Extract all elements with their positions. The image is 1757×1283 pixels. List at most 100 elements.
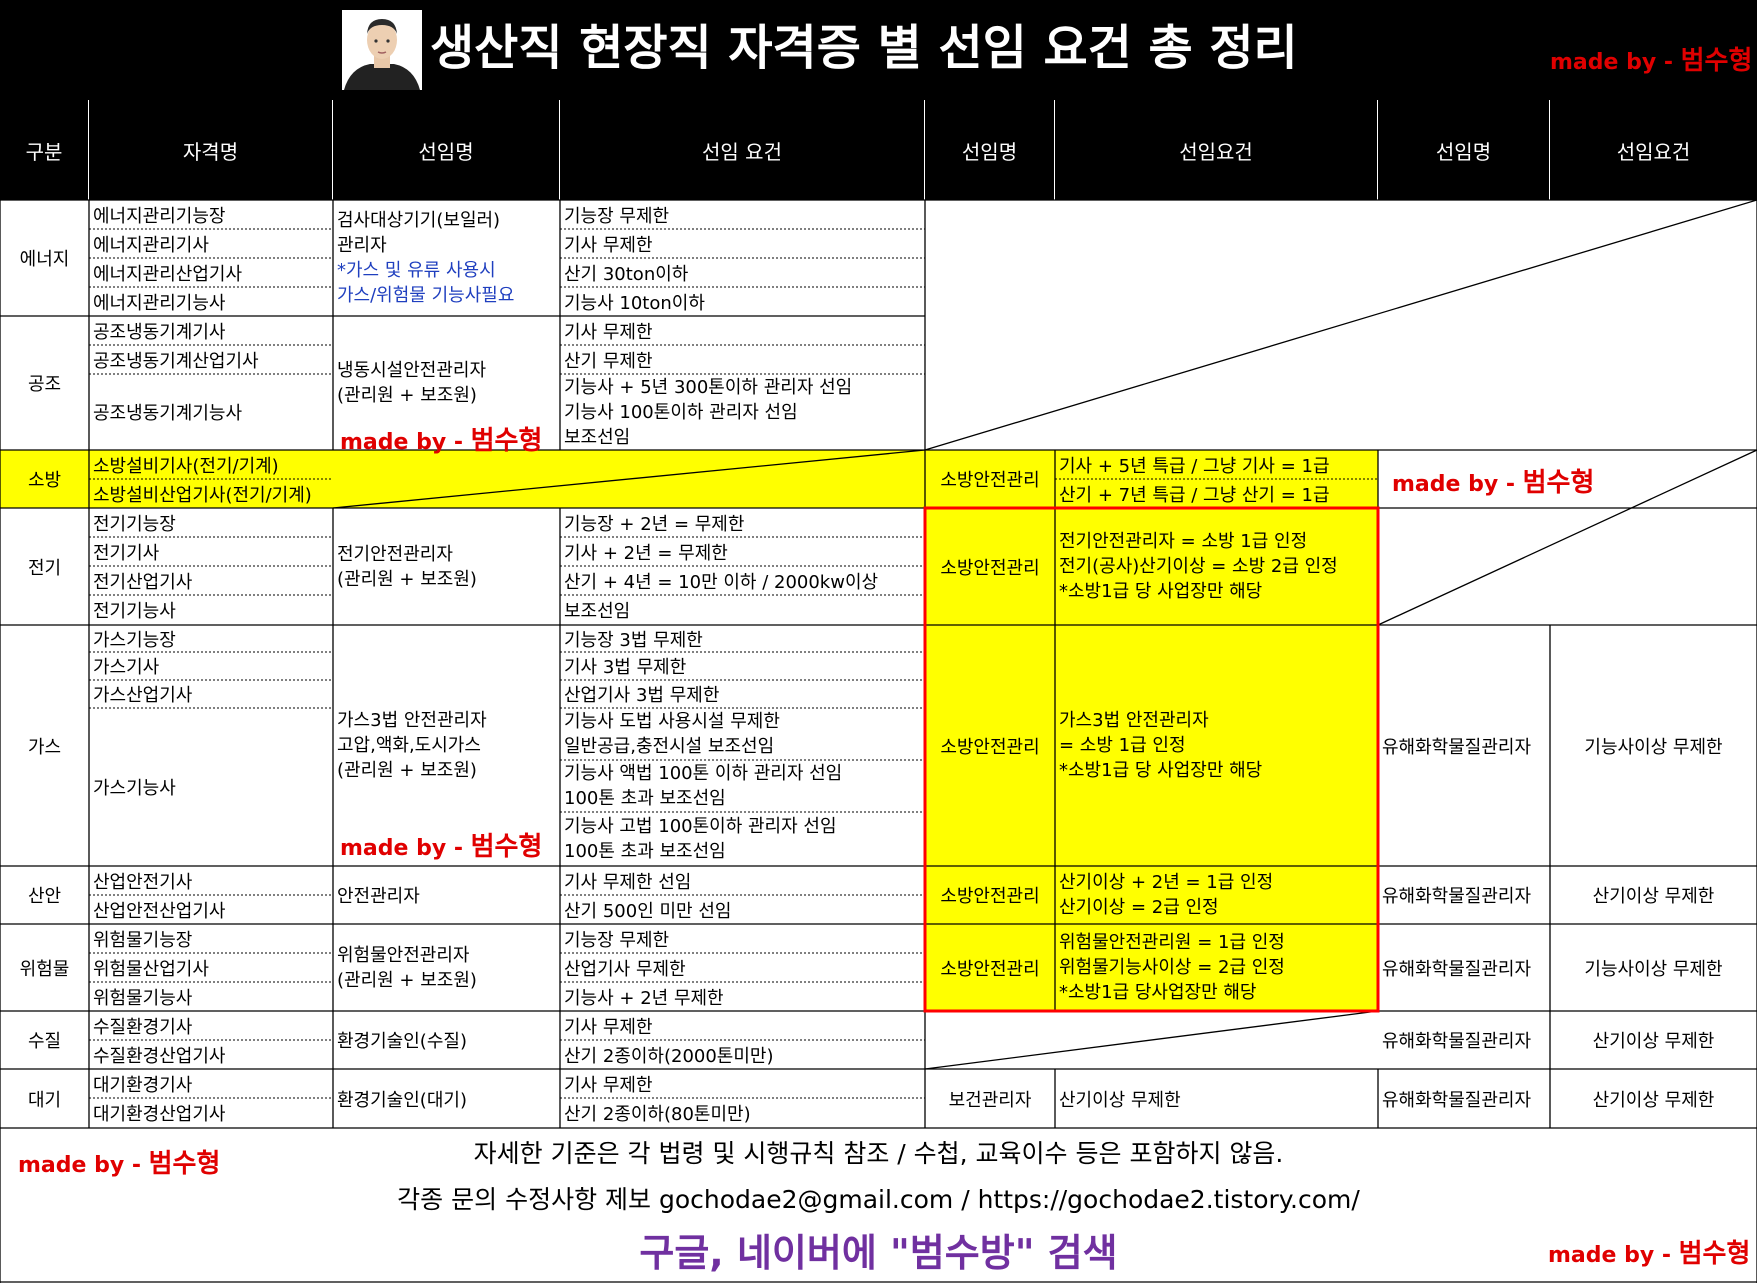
fire-req-hazmat: 위험물안전관리원 = 1급 인정 위험물기능사이상 = 2급 인정 *소방1급 … xyxy=(1055,924,1378,1011)
fire-req-hazmat-line-3: *소방1급 당사업장만 해당 xyxy=(1059,982,1257,1003)
fire-req-hazmat-line-1: 위험물안전관리원 = 1급 인정 xyxy=(1059,932,1285,953)
req-gas-5: 기능사 액법 100톤 이하 관리자 선임 100톤 초과 보조선임 xyxy=(560,760,925,812)
position-gas: 가스3법 안전관리자 고압,액화,도시가스 (관리원 + 보조원) xyxy=(333,700,560,790)
req-hvac-1: 기사 무제한 xyxy=(564,321,653,343)
footer-contact: 각종 문의 수정사항 제보 gochodae2@gmail.com / http… xyxy=(397,1185,1360,1214)
category-air: 대기 xyxy=(27,1089,62,1111)
fire-req-electric: 전기안전관리자 = 소방 1급 인정 전기(공사)산기이상 = 소방 2급 인정… xyxy=(1055,508,1378,625)
fire-req-electric-line-1: 전기안전관리자 = 소방 1급 인정 xyxy=(1059,531,1308,552)
qual-energy-1: 에너지관리기능장 xyxy=(93,205,226,227)
req-gas-6-line-2: 100톤 초과 보조선임 xyxy=(564,841,726,862)
watermark-fire: made by - 범수형 xyxy=(1392,462,1594,499)
fire-position-safety: 소방안전관리 xyxy=(940,886,1040,907)
category-gas: 가스 xyxy=(27,736,62,758)
footer-search-hint: 구글, 네이버에 "범수방" 검색 xyxy=(639,1231,1118,1275)
qual-hvac-3: 공조냉동기계기능사 xyxy=(93,403,243,424)
req-hvac-3-line-1: 기능사 + 5년 300톤이하 관리자 선임 xyxy=(564,376,853,398)
req-gas-6-line-1: 기능사 고법 100톤이하 관리자 선임 xyxy=(564,816,837,837)
qual-energy-3: 에너지관리산업기사 xyxy=(93,263,243,285)
fire-req-safety-line-1: 산기이상 + 2년 = 1급 인정 xyxy=(1059,872,1274,893)
fire-req-gas: 가스3법 안전관리자 = 소방 1급 인정 *소방1급 당 사업장만 해당 xyxy=(1055,625,1378,866)
req-air-1: 기사 무제한 xyxy=(564,1074,653,1096)
position-hazmat-line-1: 위험물안전관리자 xyxy=(337,944,470,966)
req-gas-5-line-2: 100톤 초과 보조선임 xyxy=(564,788,726,809)
qual-fire-2: 소방설비산업기사(전기/기계) xyxy=(93,484,312,506)
qual-air-1: 대기환경기사 xyxy=(93,1074,193,1096)
fire-req-safety: 산기이상 + 2년 = 1급 인정 산기이상 = 2급 인정 xyxy=(1055,866,1378,924)
req-gas-6: 기능사 고법 100톤이하 관리자 선임 100톤 초과 보조선임 xyxy=(560,812,925,866)
chem-position-water: 유해화학물질관리자 xyxy=(1382,1031,1532,1052)
req-safety-1: 기사 무제한 선임 xyxy=(564,871,692,893)
fire-position-fire: 소방안전관리 xyxy=(940,470,1040,491)
fire-req-electric-line-2: 전기(공사)산기이상 = 소방 2급 인정 xyxy=(1059,556,1338,577)
qual-electric-1: 전기기능장 xyxy=(93,513,176,535)
req-gas-5-line-1: 기능사 액법 100톤 이하 관리자 선임 xyxy=(564,763,843,784)
req-electric-4: 보조선임 xyxy=(564,601,631,622)
footer-note: 자세한 기준은 각 법령 및 시행규칙 참조 / 수첩, 교육이수 등은 포함하… xyxy=(473,1139,1284,1168)
fire-position-hazmat: 소방안전관리 xyxy=(940,958,1040,980)
category-hazmat: 위험물 xyxy=(19,958,70,980)
qual-air-2: 대기환경산업기사 xyxy=(93,1104,226,1125)
fire-req-gas-line-1: 가스3법 안전관리자 xyxy=(1059,710,1209,731)
position-gas-line-3: (관리원 + 보조원) xyxy=(337,759,477,781)
req-gas-3: 산업기사 3법 무제한 xyxy=(564,685,720,706)
qual-hazmat-2: 위험물산업기사 xyxy=(93,958,209,980)
req-hazmat-1: 기능장 무제한 xyxy=(564,929,670,951)
watermark-text: made by - xyxy=(340,430,471,455)
req-hvac-2: 산기 무제한 xyxy=(564,350,653,372)
req-water-2: 산기 2종이하(2000톤미만) xyxy=(564,1045,774,1067)
req-water-1: 기사 무제한 xyxy=(564,1016,653,1038)
position-electric-line-1: 전기안전관리자 xyxy=(337,543,453,565)
req-hazmat-3: 기능사 + 2년 무제한 xyxy=(564,987,724,1009)
qual-gas-3: 가스산업기사 xyxy=(93,685,193,706)
req-safety-2: 산기 500인 미만 선임 xyxy=(564,900,732,922)
qual-electric-3: 전기산업기사 xyxy=(93,571,193,593)
qual-water-2: 수질환경산업기사 xyxy=(93,1045,226,1067)
req-gas-2: 기사 3법 무제한 xyxy=(564,657,687,678)
position-energy-note-1: *가스 및 유류 사용시 xyxy=(337,260,496,281)
qual-hvac-2: 공조냉동기계산업기사 xyxy=(93,350,259,372)
qual-electric-4: 전기기능사 xyxy=(93,601,176,622)
qual-safety-1: 산업안전기사 xyxy=(93,871,193,893)
chem-req-hazmat: 기능사이상 무제한 xyxy=(1584,958,1723,980)
position-gas-line-1: 가스3법 안전관리자 xyxy=(337,709,487,731)
health-req-air: 산기이상 무제한 xyxy=(1059,1089,1181,1111)
watermark-text: made by - xyxy=(340,836,471,861)
position-hvac-line-2: (관리원 + 보조원) xyxy=(337,385,477,406)
position-water: 환경기술인(수질) xyxy=(337,1031,467,1052)
position-electric: 전기안전관리자 (관리원 + 보조원) xyxy=(333,508,560,625)
chem-position-hazmat: 유해화학물질관리자 xyxy=(1382,958,1532,980)
watermark-name: 범수형 xyxy=(470,832,543,862)
position-energy-line-2: 관리자 xyxy=(337,235,387,256)
fire-req-gas-line-3: *소방1급 당 사업장만 해당 xyxy=(1059,760,1263,781)
req-air-2: 산기 2종이하(80톤미만) xyxy=(564,1104,751,1125)
req-hvac-3-line-2: 기능사 100톤이하 관리자 선임 xyxy=(564,401,798,423)
watermark-text: made by - xyxy=(1392,472,1523,497)
req-energy-2: 기사 무제한 xyxy=(564,234,653,256)
position-air: 환경기술인(대기) xyxy=(337,1089,467,1111)
chem-position-gas: 유해화학물질관리자 xyxy=(1382,736,1532,758)
fire-req-electric-line-3: *소방1급 당 사업장만 해당 xyxy=(1059,581,1263,602)
fire-position-gas: 소방안전관리 xyxy=(940,736,1040,758)
qual-gas-2: 가스기사 xyxy=(93,657,160,678)
qual-energy-2: 에너지관리기사 xyxy=(93,234,209,256)
req-energy-3: 산기 30ton이하 xyxy=(564,263,689,285)
watermark-gas: made by - 범수형 xyxy=(340,826,542,863)
health-position-air: 보건관리자 xyxy=(948,1089,1032,1111)
fire-position-electric: 소방안전관리 xyxy=(940,557,1040,579)
qual-safety-2: 산업안전산업기사 xyxy=(93,900,226,922)
req-energy-4: 기능사 10ton이하 xyxy=(564,292,705,314)
category-fire: 소방 xyxy=(27,470,62,491)
req-gas-1: 기능장 3법 무제한 xyxy=(564,629,703,651)
position-gas-line-2: 고압,액화,도시가스 xyxy=(337,734,481,756)
position-energy-note-2: 가스/위험물 기능사필요 xyxy=(337,285,515,306)
position-hvac: 냉동시설안전관리자 (관리원 + 보조원) xyxy=(333,350,560,416)
req-gas-4: 기능사 도법 사용시설 무제한 일반공급,충전시설 보조선임 xyxy=(560,708,925,760)
position-safety: 안전관리자 xyxy=(337,886,420,907)
position-hvac-line-1: 냉동시설안전관리자 xyxy=(337,360,487,381)
position-electric-line-2: (관리원 + 보조원) xyxy=(337,568,477,590)
req-gas-4-line-2: 일반공급,충전시설 보조선임 xyxy=(564,736,775,757)
fire-req-hazmat-line-2: 위험물기능사이상 = 2급 인정 xyxy=(1059,957,1285,978)
position-hazmat-line-2: (관리원 + 보조원) xyxy=(337,969,477,991)
chem-req-water: 산기이상 무제한 xyxy=(1592,1031,1715,1052)
